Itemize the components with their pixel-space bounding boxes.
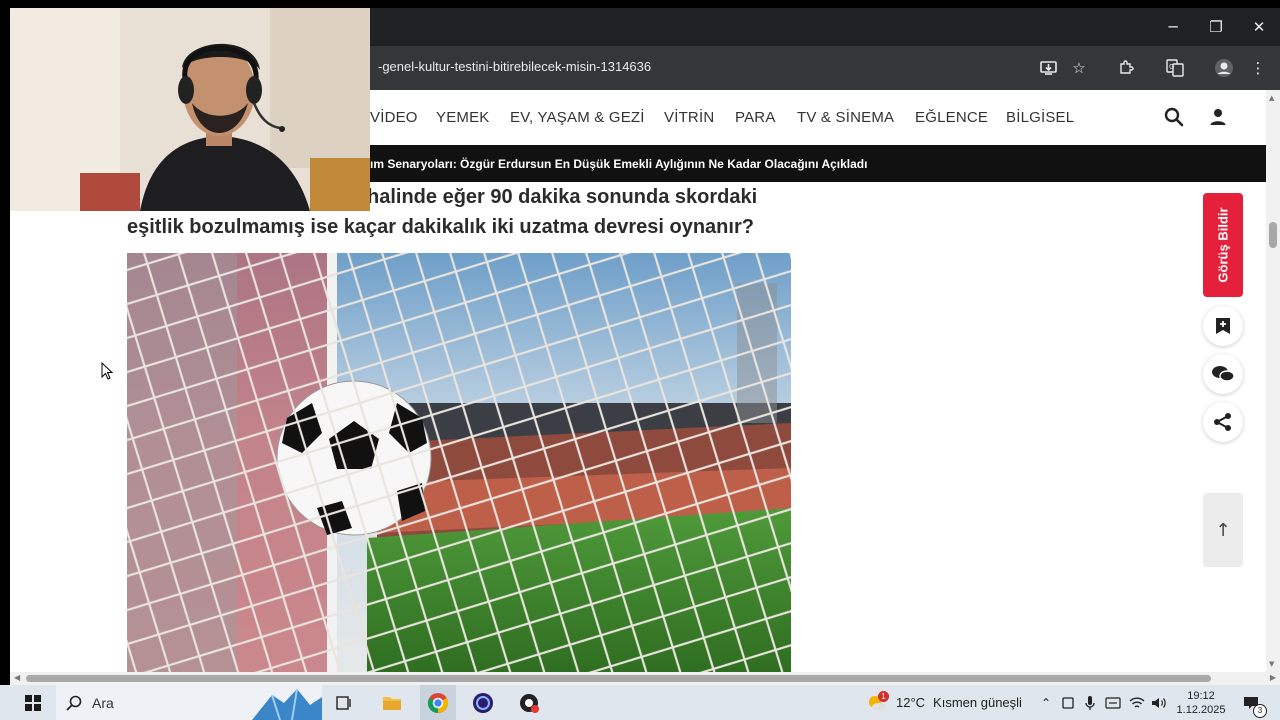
- user-icon[interactable]: [1209, 108, 1227, 131]
- weather-temperature: 12°C: [896, 695, 926, 710]
- comments-icon: [1212, 366, 1235, 382]
- circle-app-icon: [473, 692, 493, 713]
- mouse-cursor-icon: [101, 361, 114, 385]
- restore-button[interactable]: ❐: [1195, 8, 1237, 46]
- file-explorer-button[interactable]: [378, 685, 406, 720]
- wifi-icon[interactable]: [1128, 685, 1146, 720]
- bookmark-plus-icon: [1216, 318, 1230, 334]
- start-button[interactable]: [18, 685, 48, 720]
- close-icon: ✕: [1252, 18, 1266, 36]
- minimize-button[interactable]: ─: [1152, 8, 1194, 46]
- scroll-up-icon[interactable]: ▲: [1269, 94, 1274, 102]
- taskbar-search-label: Ara: [92, 694, 114, 711]
- scroll-down-icon[interactable]: ▼: [1269, 660, 1274, 668]
- scroll-left-icon[interactable]: ◀: [14, 673, 20, 682]
- question-image: [127, 253, 791, 672]
- clock[interactable]: 19:12 1.12.2025: [1172, 685, 1230, 720]
- nav-item-eglence[interactable]: EĞLENCE: [915, 109, 988, 126]
- address-bar[interactable]: -genel-kultur-testini-bitirebilecek-misi…: [378, 59, 651, 74]
- share-icon: [1214, 413, 1231, 431]
- volume-icon[interactable]: [1150, 685, 1168, 720]
- vertical-scrollbar[interactable]: ▲ ▼: [1266, 90, 1280, 672]
- extensions-icon[interactable]: [1114, 56, 1138, 80]
- chrome-icon: [427, 692, 449, 713]
- nav-item-ev-yasam-gezi[interactable]: EV, YAŞAM & GEZİ: [510, 109, 645, 126]
- webcam-overlay: [10, 8, 370, 211]
- question-line-2: eşitlik bozulmamış ise kaçar dakikalık i…: [127, 216, 754, 238]
- recording-app-icon: [520, 693, 539, 713]
- ticker-text[interactable]: ım Senaryoları: Özgür Erdursun En Düşük …: [370, 157, 867, 171]
- show-hidden-icons-icon[interactable]: ⌃: [1038, 685, 1054, 720]
- windows-taskbar: Ara 1 12°C Kısmen güneşli ⌃ 19:12 1.12.2…: [0, 685, 1280, 720]
- notification-count: 3: [1253, 704, 1267, 718]
- nav-item-video[interactable]: VİDEO: [370, 109, 418, 126]
- restore-icon: ❐: [1209, 18, 1223, 36]
- nav-item-vitrin[interactable]: VİTRİN: [664, 109, 714, 126]
- scroll-right-icon[interactable]: ▶: [1270, 673, 1276, 682]
- weather-description: Kısmen güneşli: [933, 695, 1022, 710]
- weather-badge: 1: [878, 691, 889, 702]
- folder-icon: [383, 696, 401, 710]
- recording-app-taskbar-button[interactable]: [514, 685, 544, 720]
- horizontal-scroll-thumb[interactable]: [26, 675, 1211, 682]
- app-taskbar-button[interactable]: [468, 685, 498, 720]
- input-method-icon[interactable]: [1104, 685, 1122, 720]
- nav-item-para[interactable]: PARA: [735, 109, 776, 126]
- chrome-taskbar-button[interactable]: [420, 685, 456, 720]
- nav-item-tv-sinema[interactable]: TV & SİNEMA: [797, 109, 894, 126]
- install-app-icon[interactable]: [1037, 56, 1061, 80]
- profile-avatar-icon[interactable]: [1212, 56, 1236, 80]
- task-view-button[interactable]: [330, 685, 358, 720]
- feedback-label: Görüş Bildir: [1215, 207, 1231, 283]
- notification-center-button[interactable]: 3: [1238, 685, 1267, 720]
- share-button[interactable]: [1203, 402, 1243, 442]
- search-highlight-iceberg-icon: [252, 688, 322, 720]
- menu-kebab-icon[interactable]: ⋮: [1246, 56, 1270, 80]
- clock-time: 19:12: [1187, 689, 1215, 702]
- minimize-icon: ─: [1168, 18, 1178, 36]
- feedback-button[interactable]: Görüş Bildir: [1203, 193, 1243, 297]
- arrow-up-icon: ↑: [1215, 519, 1231, 541]
- search-icon[interactable]: [1164, 107, 1184, 132]
- weather-widget[interactable]: 1 12°C Kısmen güneşli: [866, 685, 1026, 720]
- microphone-icon[interactable]: [1082, 685, 1098, 720]
- nav-item-yemek[interactable]: YEMEK: [436, 109, 490, 126]
- nav-item-bilgisel[interactable]: BİLGİSEL: [1006, 109, 1074, 126]
- comments-button[interactable]: [1203, 354, 1243, 394]
- close-button[interactable]: ✕: [1238, 8, 1280, 46]
- bookmark-star-icon[interactable]: ☆: [1067, 56, 1091, 80]
- save-bookmark-button[interactable]: [1203, 306, 1243, 346]
- search-icon: [66, 695, 82, 711]
- task-view-icon: [336, 695, 351, 710]
- translate-icon[interactable]: G: [1163, 56, 1187, 80]
- horizontal-scrollbar[interactable]: ◀ ▶: [10, 672, 1280, 685]
- windows-logo-icon: [25, 694, 41, 711]
- scroll-to-top-button[interactable]: ↑: [1203, 493, 1243, 567]
- clock-date: 1.12.2025: [1176, 703, 1226, 716]
- tray-device-icon[interactable]: [1060, 685, 1076, 720]
- svg-text:G: G: [1169, 63, 1174, 71]
- vertical-scroll-thumb[interactable]: [1269, 222, 1277, 248]
- taskbar-search-box[interactable]: Ara: [56, 685, 322, 720]
